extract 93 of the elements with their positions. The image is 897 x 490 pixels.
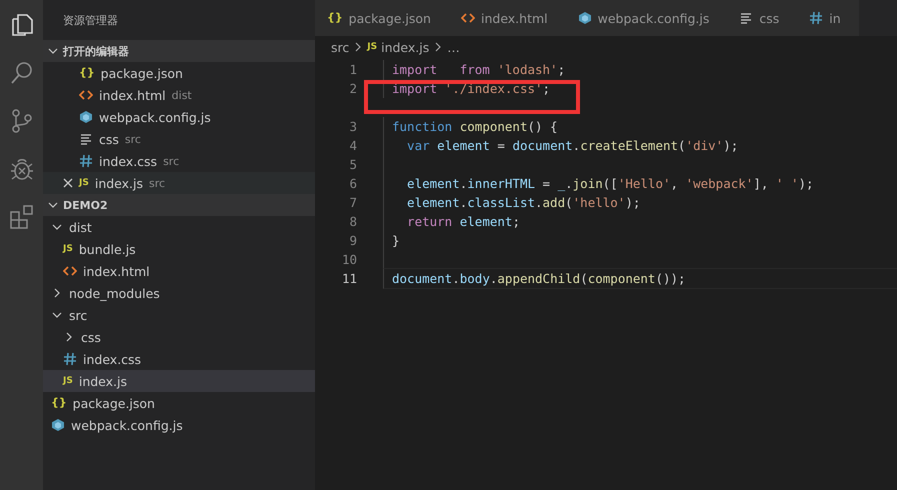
open-editor-item[interactable]: index.html dist	[43, 84, 315, 106]
line-number: 9	[348, 233, 358, 248]
sidebar-title: 资源管理器	[62, 12, 119, 28]
open-editor-item[interactable]: index.css src	[43, 150, 315, 172]
line-number: 2	[348, 81, 358, 96]
editor-tab[interactable]: index.html	[448, 0, 566, 36]
code-line: element.innerHTML = _.join(['Hello', 'webpack'], ' ');	[383, 174, 897, 193]
file-name: index.html	[83, 264, 150, 278]
editor-tab[interactable]: webpack.config.js	[566, 0, 728, 36]
chevron-right-icon	[353, 42, 364, 52]
section-title: 打开的编辑器	[63, 44, 129, 58]
folder-item[interactable]: dist	[43, 216, 315, 238]
js-icon: JS	[367, 40, 378, 54]
section-header[interactable]: DEMO2	[43, 194, 315, 216]
close-icon[interactable]	[63, 178, 73, 188]
file-name: webpack.config.js	[99, 110, 211, 124]
angle-brackets-icon	[63, 264, 77, 278]
file-name: index.js	[94, 176, 144, 190]
file-item[interactable]: JS index.js	[43, 370, 315, 392]
braces-icon: {}	[327, 11, 343, 25]
js-icon: JS	[79, 176, 89, 190]
hash-icon	[79, 154, 93, 168]
js-icon: JS	[63, 242, 73, 256]
folder-item[interactable]: src	[43, 304, 315, 326]
code-line: }	[383, 231, 897, 250]
open-editor-item[interactable]: {} package.json	[43, 62, 315, 84]
angle-brackets-icon	[79, 88, 93, 102]
cube-icon	[51, 418, 65, 432]
braces-icon: {}	[51, 396, 67, 410]
line-number: 4	[348, 138, 358, 153]
chevron-right-icon	[433, 42, 444, 52]
folder-name: css	[81, 330, 101, 344]
breadcrumb-item[interactable]: …	[447, 40, 460, 54]
line-number: 11	[340, 271, 358, 286]
line-number: 1	[348, 62, 358, 77]
code-line: import './index.css';	[383, 79, 897, 98]
line-number: 10	[340, 252, 358, 267]
section-title: DEMO2	[63, 198, 108, 212]
file-item[interactable]: JS bundle.js	[43, 238, 315, 260]
file-item[interactable]: index.html	[43, 260, 315, 282]
folder-item[interactable]: css	[43, 326, 315, 348]
extensions-icon[interactable]	[8, 204, 34, 230]
search-icon[interactable]	[8, 60, 34, 86]
folder-name: node_modules	[69, 286, 160, 300]
hash-icon	[63, 352, 77, 366]
file-name: index.css	[99, 154, 158, 168]
line-number: 5	[348, 157, 358, 172]
braces-icon: {}	[79, 66, 95, 80]
file-path: src	[124, 132, 141, 146]
editor-tab[interactable]: {} package.json	[315, 0, 449, 36]
file-path: dist	[172, 88, 192, 102]
line-number: 7	[348, 195, 358, 210]
open-editor-item[interactable]: css src	[43, 128, 315, 150]
code-line: return element;	[383, 212, 897, 231]
lines-icon	[739, 11, 754, 25]
folder-name: src	[69, 308, 88, 322]
file-path: src	[163, 154, 180, 168]
code-line: document.body.appendChild(component());	[383, 268, 897, 289]
file-item[interactable]: {} package.json	[43, 392, 315, 414]
file-name: index.css	[83, 352, 142, 366]
section-header[interactable]: 打开的编辑器	[43, 40, 315, 62]
line-number: 3	[348, 119, 358, 134]
open-editor-item[interactable]: JS index.js src	[43, 172, 315, 194]
editor-tab[interactable]: css	[727, 0, 798, 36]
line-number: 8	[348, 214, 358, 229]
code-line: element.classList.add('hello');	[383, 193, 897, 212]
folder-item[interactable]: node_modules	[43, 282, 315, 304]
breadcrumb-item[interactable]: index.js	[381, 40, 430, 54]
code-line: var element = document.createElement('div');	[383, 136, 897, 155]
lines-icon	[79, 132, 93, 146]
folder-name: dist	[69, 220, 92, 234]
js-icon: JS	[63, 374, 73, 388]
file-path: src	[149, 176, 166, 190]
code-line: function component() {	[383, 117, 897, 136]
file-name: bundle.js	[78, 242, 136, 256]
breadcrumb-item[interactable]: src	[331, 40, 350, 54]
file-name: css	[99, 132, 119, 146]
open-editor-item[interactable]: webpack.config.js	[43, 106, 315, 128]
file-name: package.json	[100, 66, 183, 80]
editor-tab[interactable]: in	[797, 0, 859, 36]
code-line: import from 'lodash';	[383, 60, 897, 79]
file-item[interactable]: webpack.config.js	[43, 414, 315, 436]
line-number: 6	[348, 176, 358, 191]
file-name: package.json	[72, 396, 155, 410]
cube-icon	[79, 110, 93, 124]
file-item[interactable]: index.css	[43, 348, 315, 370]
bug-icon[interactable]	[8, 156, 34, 182]
file-name: webpack.config.js	[71, 418, 183, 432]
hash-icon	[809, 11, 824, 25]
angle-brackets-icon	[460, 11, 475, 25]
cube-icon	[578, 11, 592, 25]
file-name: index.html	[99, 88, 166, 102]
file-name: index.js	[78, 374, 128, 388]
